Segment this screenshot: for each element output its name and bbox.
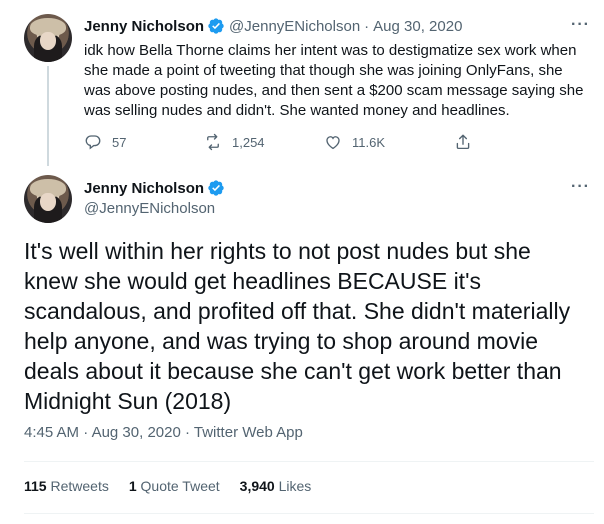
tweet-text-line: help anyone, and was trying to shop arou… [24,328,538,354]
author-handle[interactable]: @JennyENicholson [84,200,215,217]
engagement-stats: 115 Retweets 1 Quote Tweet 3,940 Likes [24,478,331,494]
tweet-text-line: It's well within her rights to not post … [24,238,531,264]
tweet-date[interactable]: Aug 30, 2020 [92,424,181,441]
tweet-text-line: was above posting nudes, and then sent a… [84,82,584,99]
thread-connector-line [47,66,49,166]
reply-icon [85,135,101,150]
tweet-header: Jenny Nicholson @JennyENicholson · Aug 3… [84,17,462,35]
tweet-text-line: deals about it because she can't get wor… [24,358,562,384]
divider [24,461,594,462]
tweet-actions: 57 1,254 11.6K [84,131,514,153]
divider [24,513,594,514]
more-icon[interactable]: ··· [571,178,590,196]
retweet-count: 1,254 [232,134,265,150]
share-icon [456,134,470,150]
quotes-label: Quote Tweet [140,478,220,494]
verified-icon [208,180,224,196]
header-separator: · [364,17,370,35]
like-button[interactable]: 11.6K [324,133,454,151]
author-name-row: Jenny Nicholson [84,179,229,197]
likes-stat[interactable]: 3,940 Likes [240,478,312,494]
like-count: 11.6K [352,134,386,150]
more-icon[interactable]: ··· [571,16,590,34]
retweet-button[interactable]: 1,254 [204,133,324,151]
tweet-text-line: was selling nudes and didn't. She wanted… [84,102,510,119]
quotes-count: 1 [128,478,137,494]
avatar[interactable] [24,14,72,62]
author-handle-row: @JennyENicholson [84,200,215,217]
tweet-time[interactable]: 4:45 AM [24,424,79,441]
avatar[interactable] [24,175,72,223]
reply-button[interactable]: 57 [84,133,204,151]
verified-icon [208,18,224,34]
like-icon [326,136,340,150]
reply-count: 57 [112,134,127,150]
meta-separator: · [184,424,190,441]
retweet-icon [207,133,219,151]
likes-count: 3,940 [239,478,275,494]
retweets-label: Retweets [50,478,109,494]
tweet-source[interactable]: Twitter Web App [194,424,303,441]
tweet-text-line: knew she would get headlines BECAUSE it'… [24,268,481,294]
tweet-text-line: idk how Bella Thorne claims her intent w… [84,42,577,59]
tweet-text-line: she made a point of tweeting that though… [84,62,563,79]
author-name[interactable]: Jenny Nicholson [84,18,204,35]
quote-tweets-stat[interactable]: 1 Quote Tweet [129,478,220,494]
author-handle[interactable]: @JennyENicholson [229,18,360,35]
thread-parent-tweet[interactable]: Jenny Nicholson @JennyENicholson · Aug 3… [0,0,604,166]
tweet-metadata: 4:45 AM · Aug 30, 2020 · Twitter Web App [24,424,303,441]
author-name[interactable]: Jenny Nicholson [84,180,204,197]
share-button[interactable] [454,133,482,151]
meta-separator: · [83,424,89,441]
tweet-date[interactable]: Aug 30, 2020 [373,18,462,35]
tweet-text-line: Midnight Sun (2018) [24,388,232,414]
tweet-text-line: scandalous, and profited off that. She d… [24,298,571,324]
likes-label: Likes [278,478,312,494]
focused-tweet-text: It's well within her rights to not post … [24,236,594,416]
retweets-count: 115 [24,478,47,494]
retweets-stat[interactable]: 115 Retweets [24,478,109,494]
tweet-text: idk how Bella Thorne claims her intent w… [84,41,584,121]
